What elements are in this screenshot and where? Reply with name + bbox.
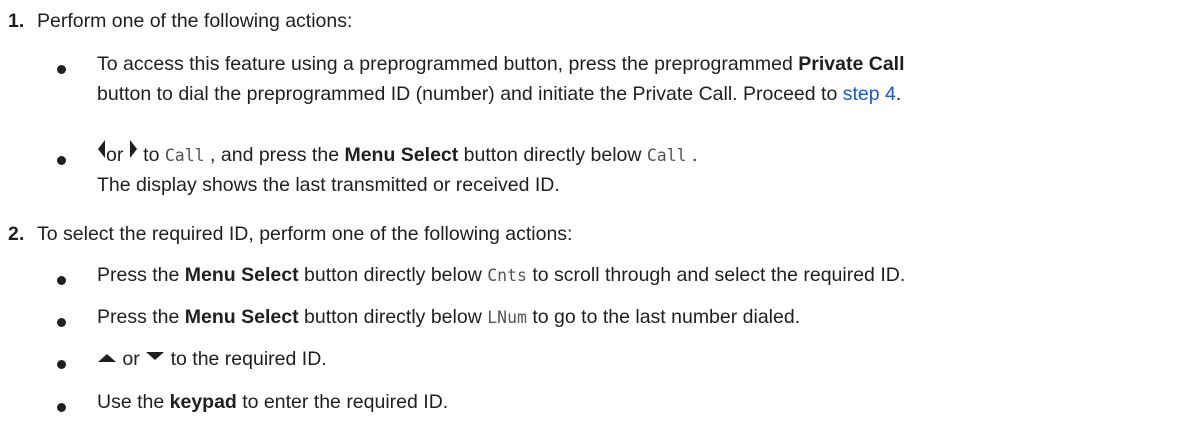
lnum-menu-label: LNum: [487, 308, 527, 327]
step-number: 2.: [8, 223, 25, 245]
left-arrow-icon: [97, 139, 106, 168]
bullet-text: Press the Menu Select button directly be…: [97, 264, 906, 286]
bullet-text: Use the keypad to enter the required ID.: [97, 391, 449, 413]
bullet-text: Press the Menu Select button directly be…: [97, 306, 801, 328]
bullet-dot-icon: [57, 65, 66, 74]
call-menu-label: Call: [646, 146, 687, 165]
step-number: 1.: [8, 10, 25, 32]
bullet-dot-icon: [57, 360, 66, 369]
bullet-text-continued: button to dial the preprogrammed ID (num…: [97, 83, 902, 105]
bullet-dot-icon: [57, 156, 66, 165]
bullet-text: or to Call , and press the Menu Select b…: [97, 139, 697, 170]
bullet-dot-icon: [57, 318, 66, 327]
bullet-dot-icon: [57, 403, 66, 412]
private-call-button-label: Private Call: [798, 53, 905, 75]
bullet-text-continued: The display shows the last transmitted o…: [97, 174, 560, 196]
keypad-label: keypad: [169, 391, 237, 413]
down-arrow-icon: [145, 343, 165, 372]
menu-select-label: Menu Select: [184, 306, 299, 328]
step-2: 2. To select the required ID, perform on…: [0, 217, 1201, 251]
bullet-dot-icon: [57, 276, 66, 285]
step-4-link[interactable]: step 4: [843, 83, 896, 105]
up-arrow-icon: [97, 343, 117, 372]
bullet-text: To access this feature using a preprogra…: [97, 53, 905, 75]
bullet-text: or to the required ID.: [97, 345, 327, 374]
step-text: Perform one of the following actions:: [37, 10, 353, 32]
menu-select-label: Menu Select: [344, 144, 459, 166]
step-text: To select the required ID, perform one o…: [37, 223, 573, 245]
right-arrow-icon: [129, 139, 138, 168]
cnts-menu-label: Cnts: [487, 266, 527, 285]
call-menu-label: Call: [164, 146, 205, 165]
menu-select-label: Menu Select: [184, 264, 299, 286]
step-1: 1. Perform one of the following actions:: [0, 4, 1201, 38]
